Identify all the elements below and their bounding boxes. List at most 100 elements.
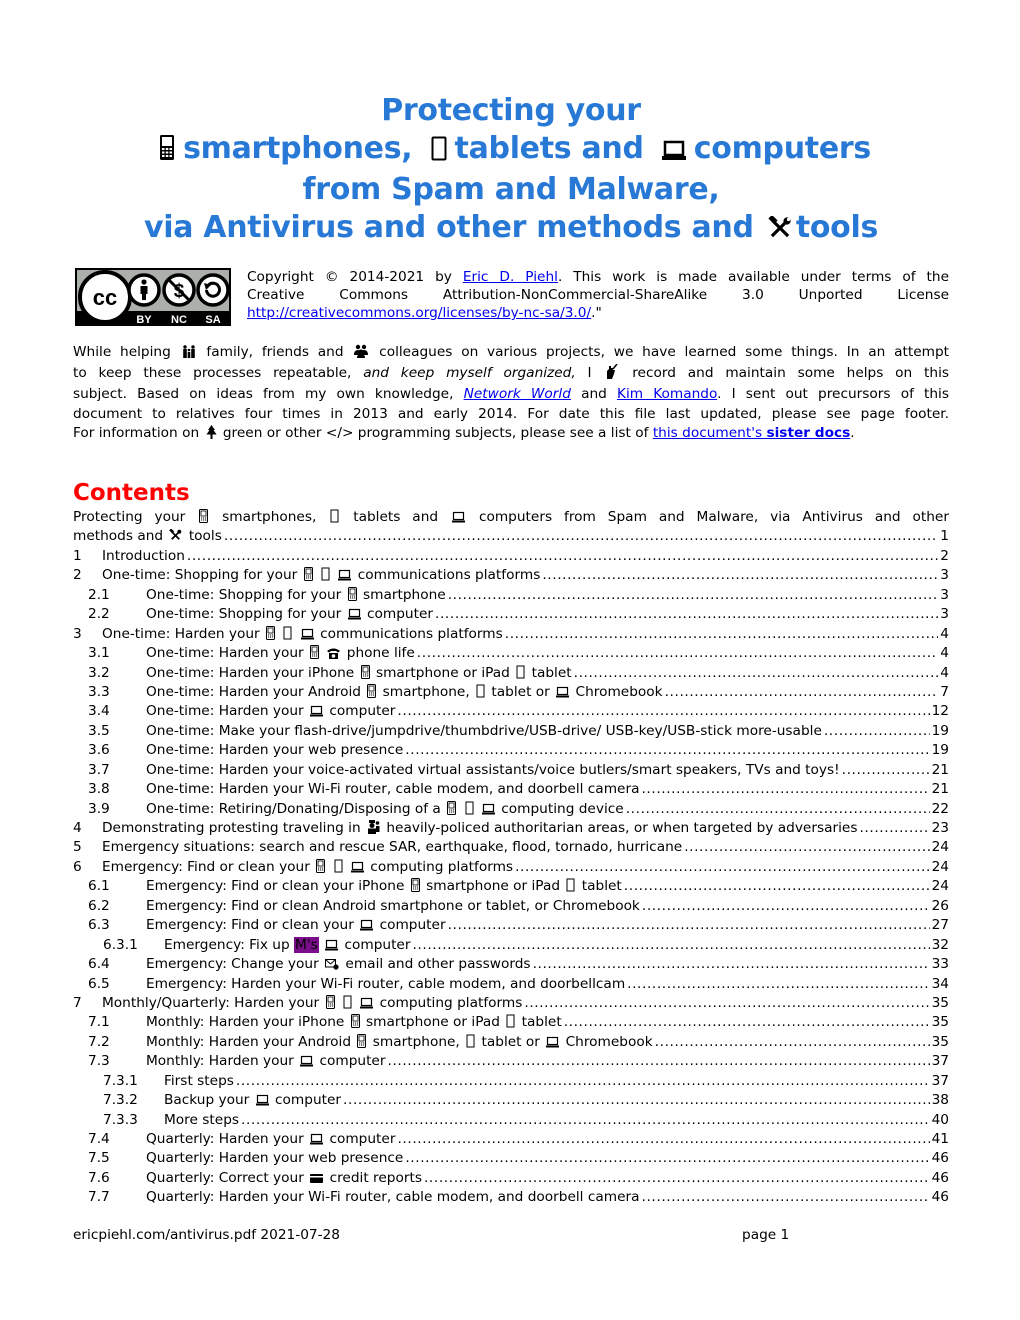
toc-page-number: 21 [931, 761, 949, 778]
smartphone-icon [310, 645, 320, 665]
toc-entry[interactable]: 6.2 Emergency: Find or clean Android smar… [73, 897, 949, 916]
toc-entry[interactable]: 7.4 Quarterly: Harden your computer 41 [73, 1130, 949, 1149]
smartphone-icon [266, 625, 276, 646]
toc-entry[interactable]: 7.3.1 First steps 37 [73, 1072, 949, 1091]
dot-leader [343, 1091, 930, 1110]
toc-entry[interactable]: 7.7 Quarterly: Harden your Wi-Fi router, … [73, 1188, 949, 1207]
writing-hand-icon [605, 364, 618, 385]
dot-leader [505, 625, 939, 644]
toc-section-number: 2.1 [88, 586, 110, 603]
toc-page-number: 4 [940, 645, 949, 662]
toc-entry-text: One-time: Harden your web presence [146, 742, 404, 759]
network-world-link[interactable]: Network World [464, 386, 571, 402]
title-smartphones: smartphones, [183, 131, 413, 166]
kim-komando-link[interactable]: Kim Komando [617, 386, 717, 402]
toc-section-number: 2 [73, 567, 82, 584]
toc-entry[interactable]: 6.5 Emergency: Harden your Wi-Fi router, … [73, 975, 949, 994]
toc-entry[interactable]: 3.9 One-time: Retiring/Donating/Disposing… [73, 800, 949, 819]
toc-entry-text: Emergency: Find or clean Android smartph… [146, 897, 640, 914]
title-line-2: smartphones, tablets and computers [73, 130, 949, 171]
toc-page-number: 19 [931, 722, 949, 739]
license-url-link[interactable]: http://creativecommons.org/licenses/by-n… [247, 305, 591, 321]
toc-page-number: 37 [931, 1053, 949, 1070]
toc-entry[interactable]: 3 One-time: Harden your communications pl… [73, 625, 949, 644]
nc-icon: $ [162, 273, 196, 307]
intro-line-3: subject. Based on ideas from my own know… [73, 386, 949, 403]
toc-entry[interactable]: 3.2 One-time: Harden your iPhone smartpho… [73, 664, 949, 683]
toc-entry[interactable]: 6.4 Emergency: Change your email and othe… [73, 955, 949, 974]
toc-entry[interactable]: 3.7 One-time: Harden your voice-activated… [73, 761, 949, 780]
smartphone-icon [159, 133, 175, 171]
toc-entry[interactable]: 6 Emergency: Find or clean your computing… [73, 858, 949, 877]
toc-entry[interactable]: 4 Demonstrating protesting traveling in h… [73, 819, 949, 838]
toc-entry-text: Emergency situations: search and rescue … [102, 839, 683, 856]
toc-page-number: 38 [931, 1092, 949, 1109]
toc-entry[interactable]: 7.6 Quarterly: Correct your credit report… [73, 1169, 949, 1188]
toc-entry[interactable]: 7.1 Monthly: Harden your iPhone smartphon… [73, 1013, 949, 1032]
toc-entry[interactable]: 3.3 One-time: Harden your Android smartph… [73, 683, 949, 702]
dot-leader [405, 1149, 929, 1168]
toc-section-number: 6.2 [88, 897, 110, 914]
license-line-3: http://creativecommons.org/licenses/by-n… [247, 305, 602, 321]
toc-entry-text: One-time: Shopping for your smartphone [146, 586, 446, 605]
toc-section-number: 1 [73, 547, 82, 564]
tablet-icon [321, 567, 330, 587]
sa-icon [196, 273, 230, 307]
toc-entry[interactable]: 7.5 Quarterly: Harden your web presence 46 [73, 1149, 949, 1168]
toc-page-number: 3 [940, 586, 949, 603]
dot-leader [187, 547, 938, 566]
toc-entry[interactable]: 5 Emergency situations: search and rescue… [73, 838, 949, 857]
toc-section-number: 3.7 [88, 761, 110, 778]
svg-text:SA: SA [205, 314, 220, 326]
toc-entry-text: Quarterly: Harden your computer [146, 1130, 395, 1149]
toc-entry[interactable]: 7.3 Monthly: Harden your computer 37 [73, 1052, 949, 1071]
document-title: Protecting your smartphones, tablets and… [73, 92, 949, 250]
toc-entry[interactable]: 7.3.3 More steps 40 [73, 1111, 949, 1130]
toc-section-number: 3.4 [88, 703, 110, 720]
toc-entry[interactable]: 3.6 One-time: Harden your web presence 19 [73, 741, 949, 760]
toc-entry[interactable]: 2.2 One-time: Shopping for your computer 3 [73, 605, 949, 624]
sister-docs-link[interactable]: this document's sister docs [653, 425, 850, 441]
tablet-icon [330, 509, 339, 529]
toc-section-number: 3.6 [88, 742, 110, 759]
cc-by-nc-sa-badge[interactable]: cc $ BY NC [75, 268, 231, 326]
dot-leader [665, 683, 939, 702]
toc-entry-text: Quarterly: Correct your credit reports [146, 1169, 422, 1188]
toc-section-number: 3 [73, 625, 82, 642]
toc-entry[interactable]: 7.2 Monthly: Harden your Android smartpho… [73, 1033, 949, 1052]
smartphone-icon [347, 586, 357, 607]
smartphone-icon [367, 683, 377, 704]
toc-entry[interactable]: 7.3.2 Backup your computer 38 [73, 1091, 949, 1110]
toc-entry-text: Backup your computer [164, 1091, 341, 1110]
toc-entry[interactable]: 6.3 Emergency: Find or clean your compute… [73, 916, 949, 935]
toc-entry[interactable]: 7 Monthly/Quarterly: Harden your computin… [73, 994, 949, 1013]
dot-leader [405, 741, 929, 760]
toc-section-number: 3.5 [88, 722, 110, 739]
toc-entry-text: Introduction [102, 547, 185, 564]
toc-entry-title[interactable]: Protecting your smartphones, tablets and… [73, 508, 949, 547]
tools-icon [768, 212, 792, 250]
toc-entry[interactable]: 3.4 One-time: Harden your computer 12 [73, 702, 949, 721]
toc-entry[interactable]: 6.1 Emergency: Find or clean your iPhone … [73, 877, 949, 896]
toc-entry[interactable]: 1 Introduction 2 [73, 547, 949, 566]
smartphone-icon [325, 994, 335, 1015]
toc-entry-text: One-time: Shopping for your computer [146, 605, 433, 624]
dot-leader [241, 1111, 930, 1130]
svg-text:NC: NC [171, 314, 187, 326]
toc-section-number: 5 [73, 839, 82, 856]
toc-entry[interactable]: 3.5 One-time: Make your flash-drive/jumpd… [73, 722, 949, 741]
smartphone-icon [447, 800, 457, 821]
toc-entry-text: More steps [164, 1111, 240, 1128]
author-link[interactable]: Eric D. Piehl [463, 269, 558, 285]
toc-section-number: 6.4 [88, 956, 110, 973]
toc-entry-text: One-time: Retiring/Donating/Disposing of… [146, 800, 624, 819]
dot-leader [435, 605, 938, 624]
toc-entry[interactable]: 3.1 One-time: Harden your phone life 4 [73, 644, 949, 663]
toc-entry[interactable]: 6.3.1 Emergency: Fix up M's computer 32 [73, 936, 949, 955]
toc-entry-text: Monthly: Harden your computer [146, 1052, 385, 1071]
laptop-icon [661, 133, 686, 171]
toc-page-number: 3 [940, 606, 949, 623]
toc-entry[interactable]: 3.8 One-time: Harden your Wi-Fi router, c… [73, 780, 949, 799]
toc-entry[interactable]: 2.1 One-time: Shopping for your smartphon… [73, 586, 949, 605]
toc-entry[interactable]: 2 One-time: Shopping for your communicati… [73, 566, 949, 585]
